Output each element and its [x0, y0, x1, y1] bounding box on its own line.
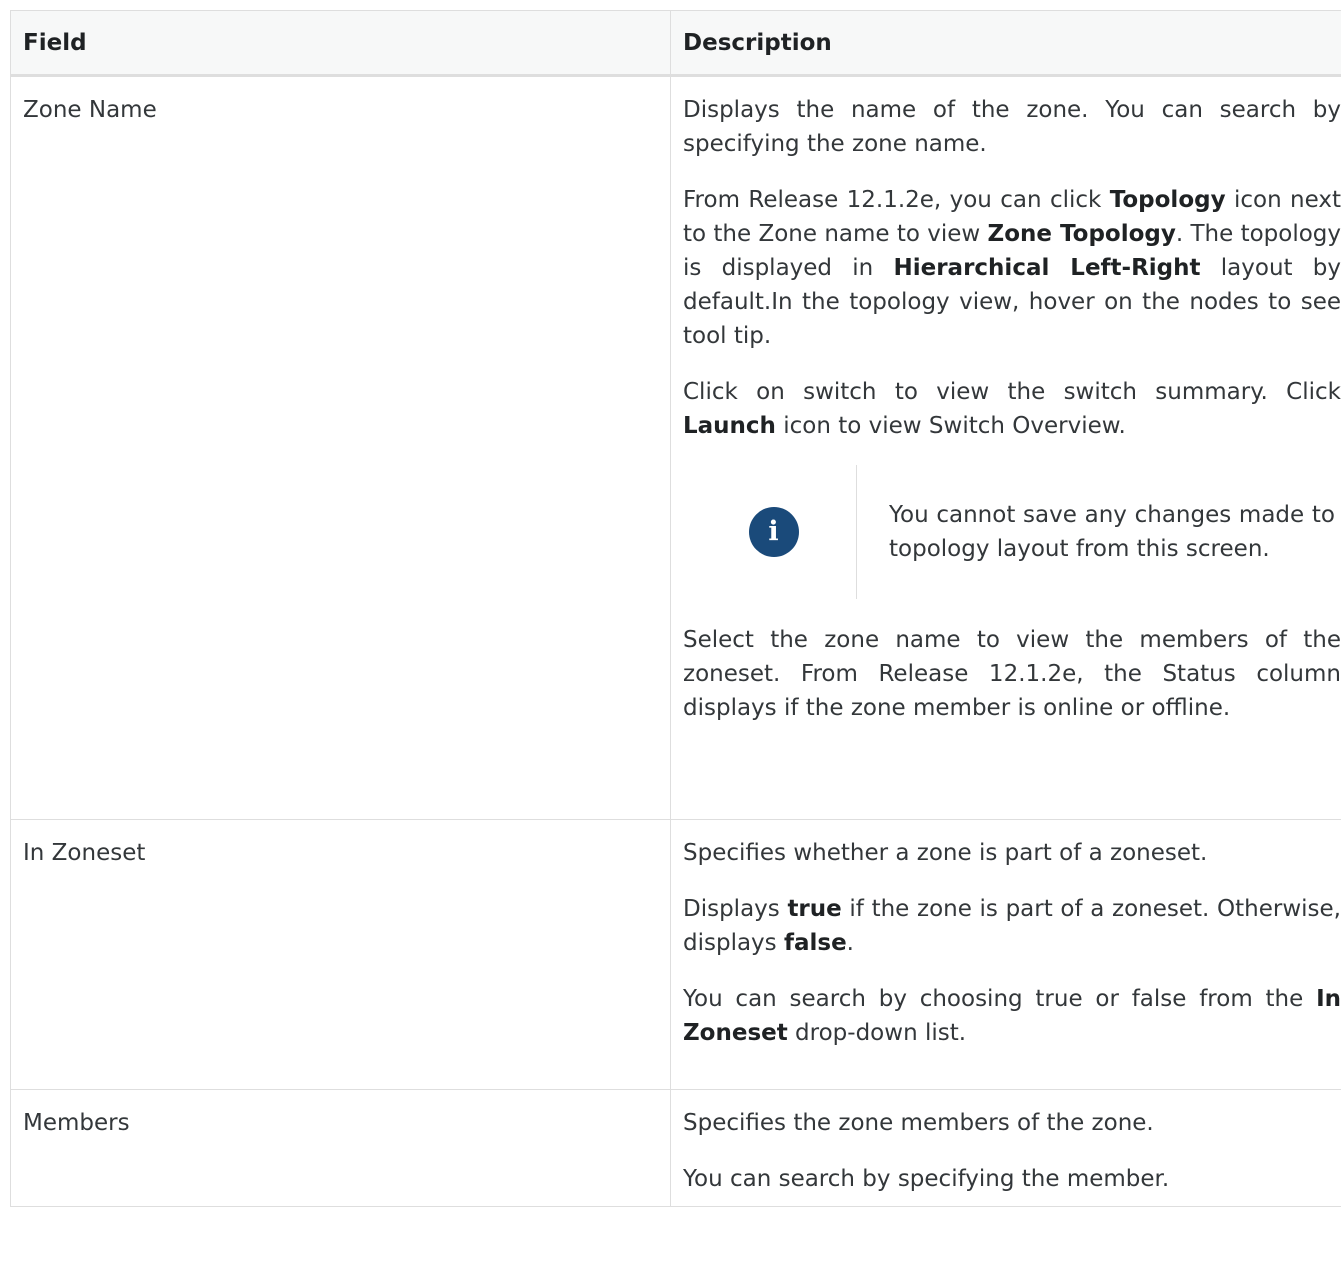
description-cell: Specifies the zone members of the zone. …: [670, 1089, 1341, 1207]
header-description: Description: [670, 10, 1341, 77]
description-paragraph: You can search by choosing true or false…: [683, 986, 1341, 1046]
description-paragraph: Displays true if the zone is part of a z…: [683, 896, 1341, 956]
field-cell: Members: [10, 1089, 671, 1207]
description-paragraph: You can search by specifying the member.: [683, 1166, 1170, 1192]
table-row: Zone Name Displays the name of the zone.…: [10, 75, 1341, 820]
ui-term: Zone Topology: [987, 221, 1176, 247]
table-row: Members Specifies the zone members of th…: [10, 1089, 1341, 1207]
note-admonition: i You cannot save any changes made to to…: [683, 465, 1341, 599]
field-description-table: Field Description Zone Name Displays the…: [10, 10, 1341, 1207]
description-paragraph: Specifies the zone members of the zone.: [683, 1110, 1154, 1136]
info-icon: i: [748, 507, 799, 557]
header-field: Field: [10, 10, 671, 77]
ui-term: false: [783, 930, 847, 956]
note-text: You cannot save any changes made to topo…: [889, 502, 1335, 562]
ui-term: Launch: [683, 413, 776, 439]
description-paragraph: Specifies whether a zone is part of a zo…: [683, 840, 1208, 866]
description-cell: Specifies whether a zone is part of a zo…: [670, 819, 1341, 1090]
field-cell: In Zoneset: [10, 819, 671, 1090]
table-header-row: Field Description: [10, 10, 1341, 77]
ui-term: Topology: [1109, 187, 1226, 213]
table-row: In Zoneset Specifies whether a zone is p…: [10, 819, 1341, 1090]
ui-term: Hierarchical Left-Right: [893, 255, 1201, 281]
description-paragraph: Click on switch to view the switch summa…: [683, 379, 1341, 439]
description-paragraph: From Release 12.1.2e, you can click Topo…: [683, 187, 1341, 349]
field-cell: Zone Name: [10, 75, 671, 820]
description-cell: Displays the name of the zone. You can s…: [670, 75, 1341, 820]
description-paragraph: Select the zone name to view the members…: [683, 627, 1341, 721]
ui-term: true: [787, 896, 842, 922]
description-paragraph: Displays the name of the zone. You can s…: [683, 97, 1341, 157]
